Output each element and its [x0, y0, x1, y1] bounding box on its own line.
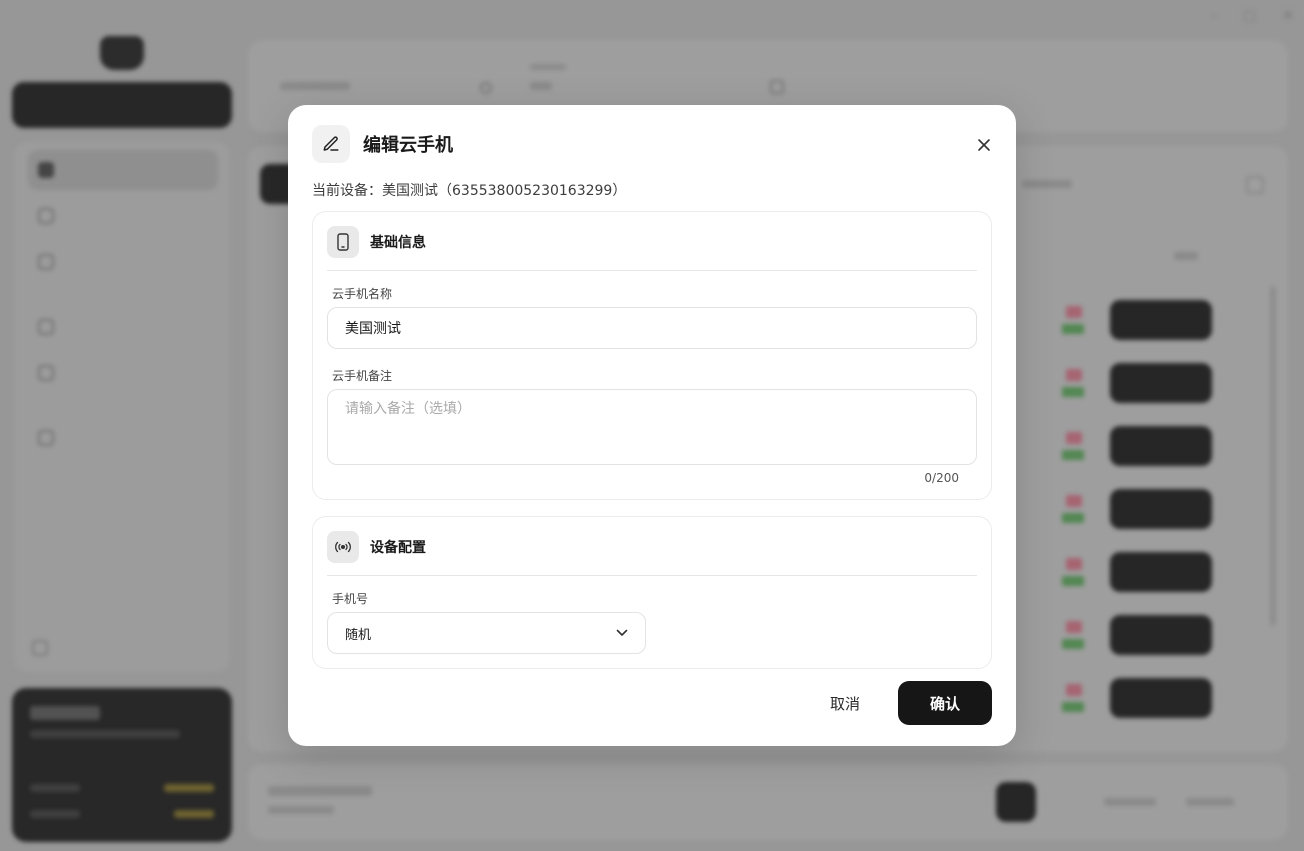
- device-config-section: 设备配置 手机号 随机: [312, 516, 992, 669]
- section-divider: [327, 270, 977, 271]
- confirm-button[interactable]: 确认: [898, 681, 992, 725]
- edit-icon: [312, 125, 350, 163]
- current-device: 当前设备： 美国测试（635538005230163299）: [312, 180, 626, 200]
- chevron-down-icon: [616, 626, 628, 641]
- phone-number-value: 随机: [345, 627, 372, 643]
- phone-name-label: 云手机名称: [332, 287, 393, 301]
- modal-header: 编辑云手机: [312, 125, 453, 163]
- device-config-header: 设备配置: [327, 531, 426, 563]
- section-divider: [327, 575, 977, 576]
- basic-info-header: 基础信息: [327, 226, 426, 258]
- close-icon[interactable]: [972, 133, 996, 157]
- phone-name-input[interactable]: 美国测试: [327, 307, 977, 349]
- current-device-value: 美国测试（635538005230163299）: [382, 183, 627, 199]
- phone-note-label: 云手机备注: [332, 369, 393, 383]
- basic-info-section: 基础信息 云手机名称 美国测试 云手机备注 请输入备注（选填） 0/200: [312, 211, 992, 500]
- cancel-button[interactable]: 取消: [818, 692, 872, 714]
- basic-info-title: 基础信息: [370, 235, 426, 251]
- phone-number-label: 手机号: [332, 592, 369, 606]
- phone-number-select[interactable]: 随机: [327, 612, 646, 654]
- phone-icon: [327, 226, 359, 258]
- signal-icon: [327, 531, 359, 563]
- current-device-label: 当前设备：: [312, 183, 382, 199]
- modal-title: 编辑云手机: [363, 135, 453, 156]
- note-char-counter: 0/200: [924, 471, 959, 485]
- edit-phone-modal: 编辑云手机 当前设备： 美国测试（635538005230163299） 基础信…: [288, 105, 1016, 746]
- phone-note-textarea[interactable]: 请输入备注（选填）: [327, 389, 977, 465]
- device-config-title: 设备配置: [370, 540, 426, 556]
